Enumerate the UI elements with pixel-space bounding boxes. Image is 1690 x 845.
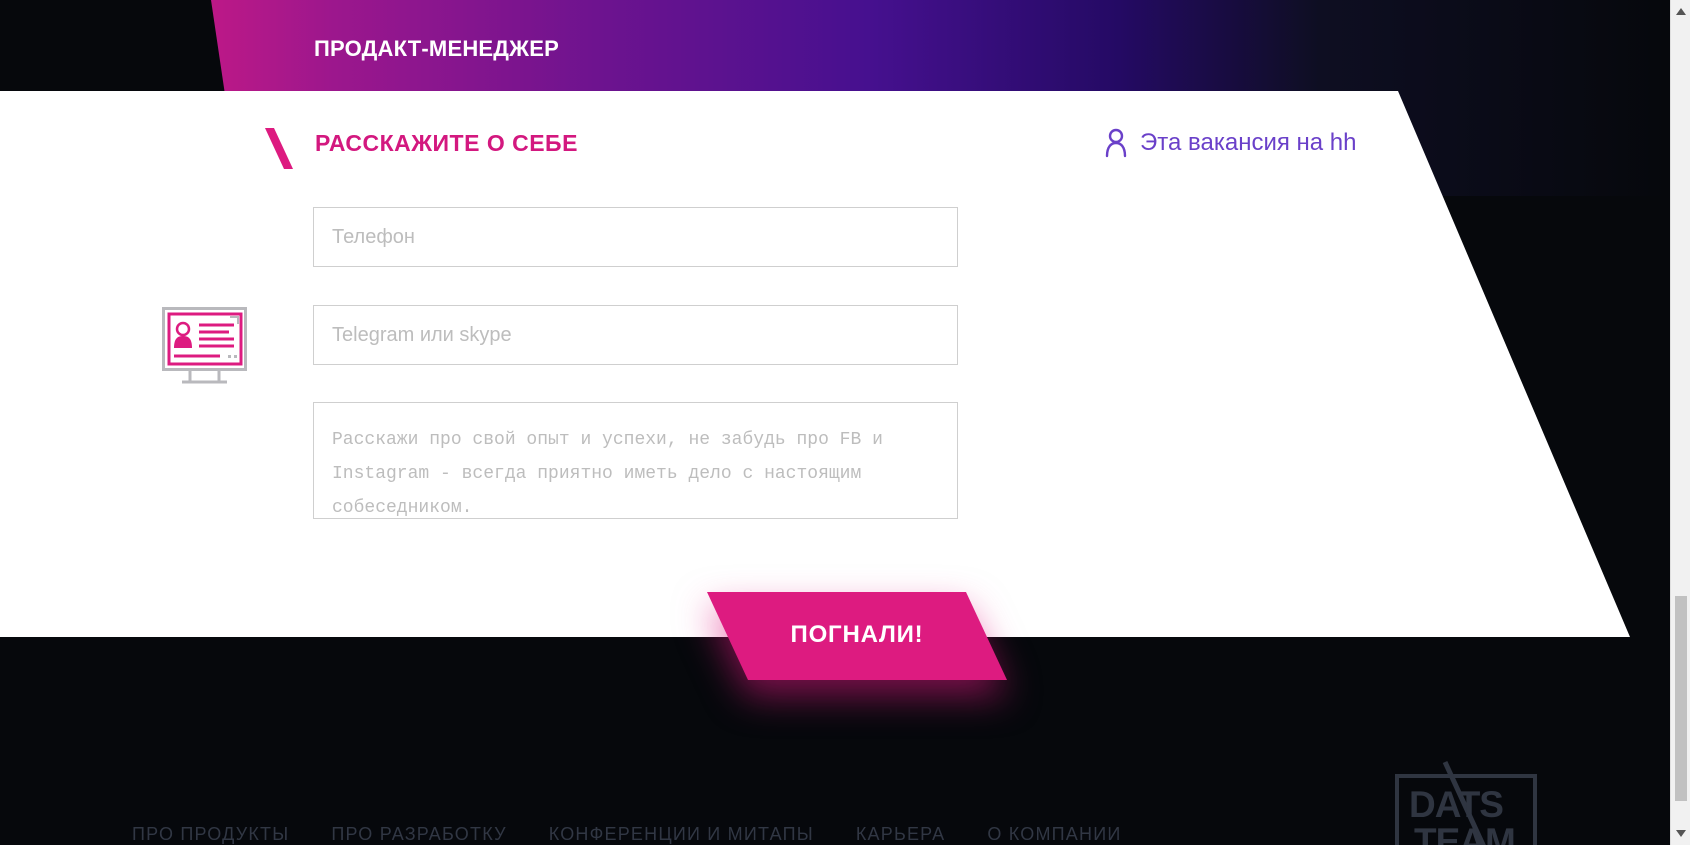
job-application-page: ПРОДАКТ-МЕНЕДЖЕР РАССКАЖИТЕ О СЕБЕ Эта в… [0,0,1690,845]
dats-logo-text: DATS [1409,784,1503,825]
hh-vacancy-link[interactable]: Эта вакансия на hh [1104,128,1356,158]
experience-textarea[interactable] [313,402,958,519]
job-title: ПРОДАКТ-МЕНЕДЖЕР [314,36,559,61]
computer-profile-icon [162,307,247,384]
footer-navigation: ПРО ПРОДУКТЫ ПРО РАЗРАБОТКУ КОНФЕРЕНЦИИ … [132,824,1122,845]
team-logo-text: TEAM [1414,821,1515,845]
user-outline-icon [1105,128,1127,158]
dats-team-logo: DATS TEAM [1394,760,1538,845]
hh-link-label: Эта вакансия на hh [1140,129,1357,156]
telegram-or-skype-input[interactable] [313,305,958,365]
form-heading: РАССКАЖИТЕ О СЕБЕ [315,130,578,156]
submit-button-label: ПОГНАЛИ! [790,621,924,648]
submit-button[interactable]: ПОГНАЛИ! [707,592,1007,680]
page-scrollbar[interactable] [1670,0,1690,845]
scrollbar-thumb[interactable] [1675,596,1687,801]
footer-link-career[interactable]: КАРЬЕРА [856,824,946,845]
slash-icon [265,128,293,169]
footer-link-conferences[interactable]: КОНФЕРЕНЦИИ И МИТАПЫ [549,824,814,845]
scroll-down-icon[interactable] [1676,830,1686,837]
scroll-up-icon[interactable] [1676,8,1686,15]
footer-link-development[interactable]: ПРО РАЗРАБОТКУ [331,824,506,845]
footer-link-products[interactable]: ПРО ПРОДУКТЫ [132,824,289,845]
phone-input[interactable] [313,207,958,267]
footer-link-about[interactable]: О КОМПАНИИ [987,824,1121,845]
